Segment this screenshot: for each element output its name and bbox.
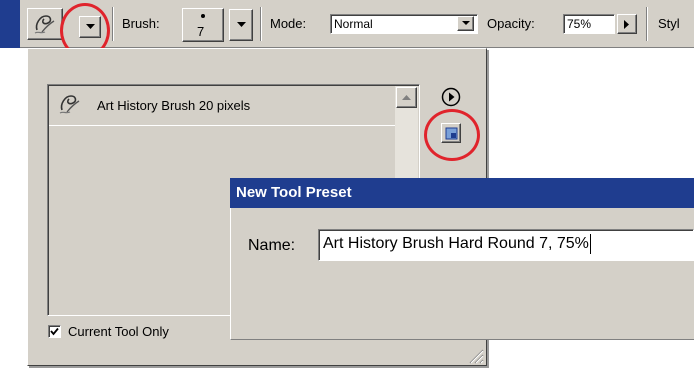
text-cursor bbox=[589, 233, 591, 254]
mode-label: Mode: bbox=[270, 16, 307, 31]
brush-label: Brush: bbox=[122, 16, 160, 31]
opacity-slider-button[interactable] bbox=[617, 14, 637, 34]
art-history-brush-icon bbox=[34, 15, 55, 34]
chevron-right-icon bbox=[624, 19, 629, 29]
separator bbox=[260, 7, 262, 41]
preset-name-value: Art History Brush Hard Round 7, 75% bbox=[323, 235, 589, 252]
brush-dropdown-button[interactable] bbox=[229, 9, 253, 41]
list-item-label: Art History Brush 20 pixels bbox=[97, 98, 251, 113]
separator bbox=[646, 7, 648, 41]
chevron-down-icon bbox=[461, 21, 470, 25]
options-bar-edge bbox=[0, 0, 20, 48]
highlight-circle-new-preset bbox=[424, 109, 480, 161]
checkmark-icon bbox=[50, 327, 59, 336]
tool-preset-picker-button[interactable] bbox=[27, 8, 63, 40]
art-history-brush-icon bbox=[59, 95, 80, 114]
resize-grip-icon[interactable] bbox=[466, 346, 484, 364]
brush-preview-button[interactable]: 7 bbox=[182, 8, 224, 42]
opacity-input[interactable]: 75% bbox=[563, 14, 615, 34]
current-tool-only-checkbox[interactable] bbox=[48, 325, 61, 338]
chevron-down-icon bbox=[236, 22, 246, 27]
style-label: Styl bbox=[658, 16, 680, 31]
play-circle-icon[interactable] bbox=[441, 87, 461, 107]
opacity-label: Opacity: bbox=[487, 16, 535, 31]
list-item[interactable]: Art History Brush 20 pixels bbox=[49, 86, 395, 126]
brush-size-value: 7 bbox=[197, 24, 205, 39]
new-tool-preset-dialog bbox=[230, 208, 694, 340]
mode-value: Normal bbox=[334, 17, 373, 31]
current-tool-only-label: Current Tool Only bbox=[68, 324, 169, 339]
preset-name-input[interactable]: Art History Brush Hard Round 7, 75% bbox=[318, 229, 694, 261]
mode-select[interactable]: Normal bbox=[330, 14, 478, 34]
chevron-up-icon bbox=[402, 94, 411, 100]
brush-dot-icon bbox=[201, 14, 205, 18]
scroll-up-button[interactable] bbox=[396, 87, 417, 108]
separator bbox=[112, 7, 114, 41]
opacity-value: 75% bbox=[567, 17, 592, 31]
mode-dropdown-button[interactable] bbox=[457, 16, 474, 31]
dialog-title: New Tool Preset bbox=[230, 178, 694, 208]
name-label: Name: bbox=[248, 237, 296, 254]
